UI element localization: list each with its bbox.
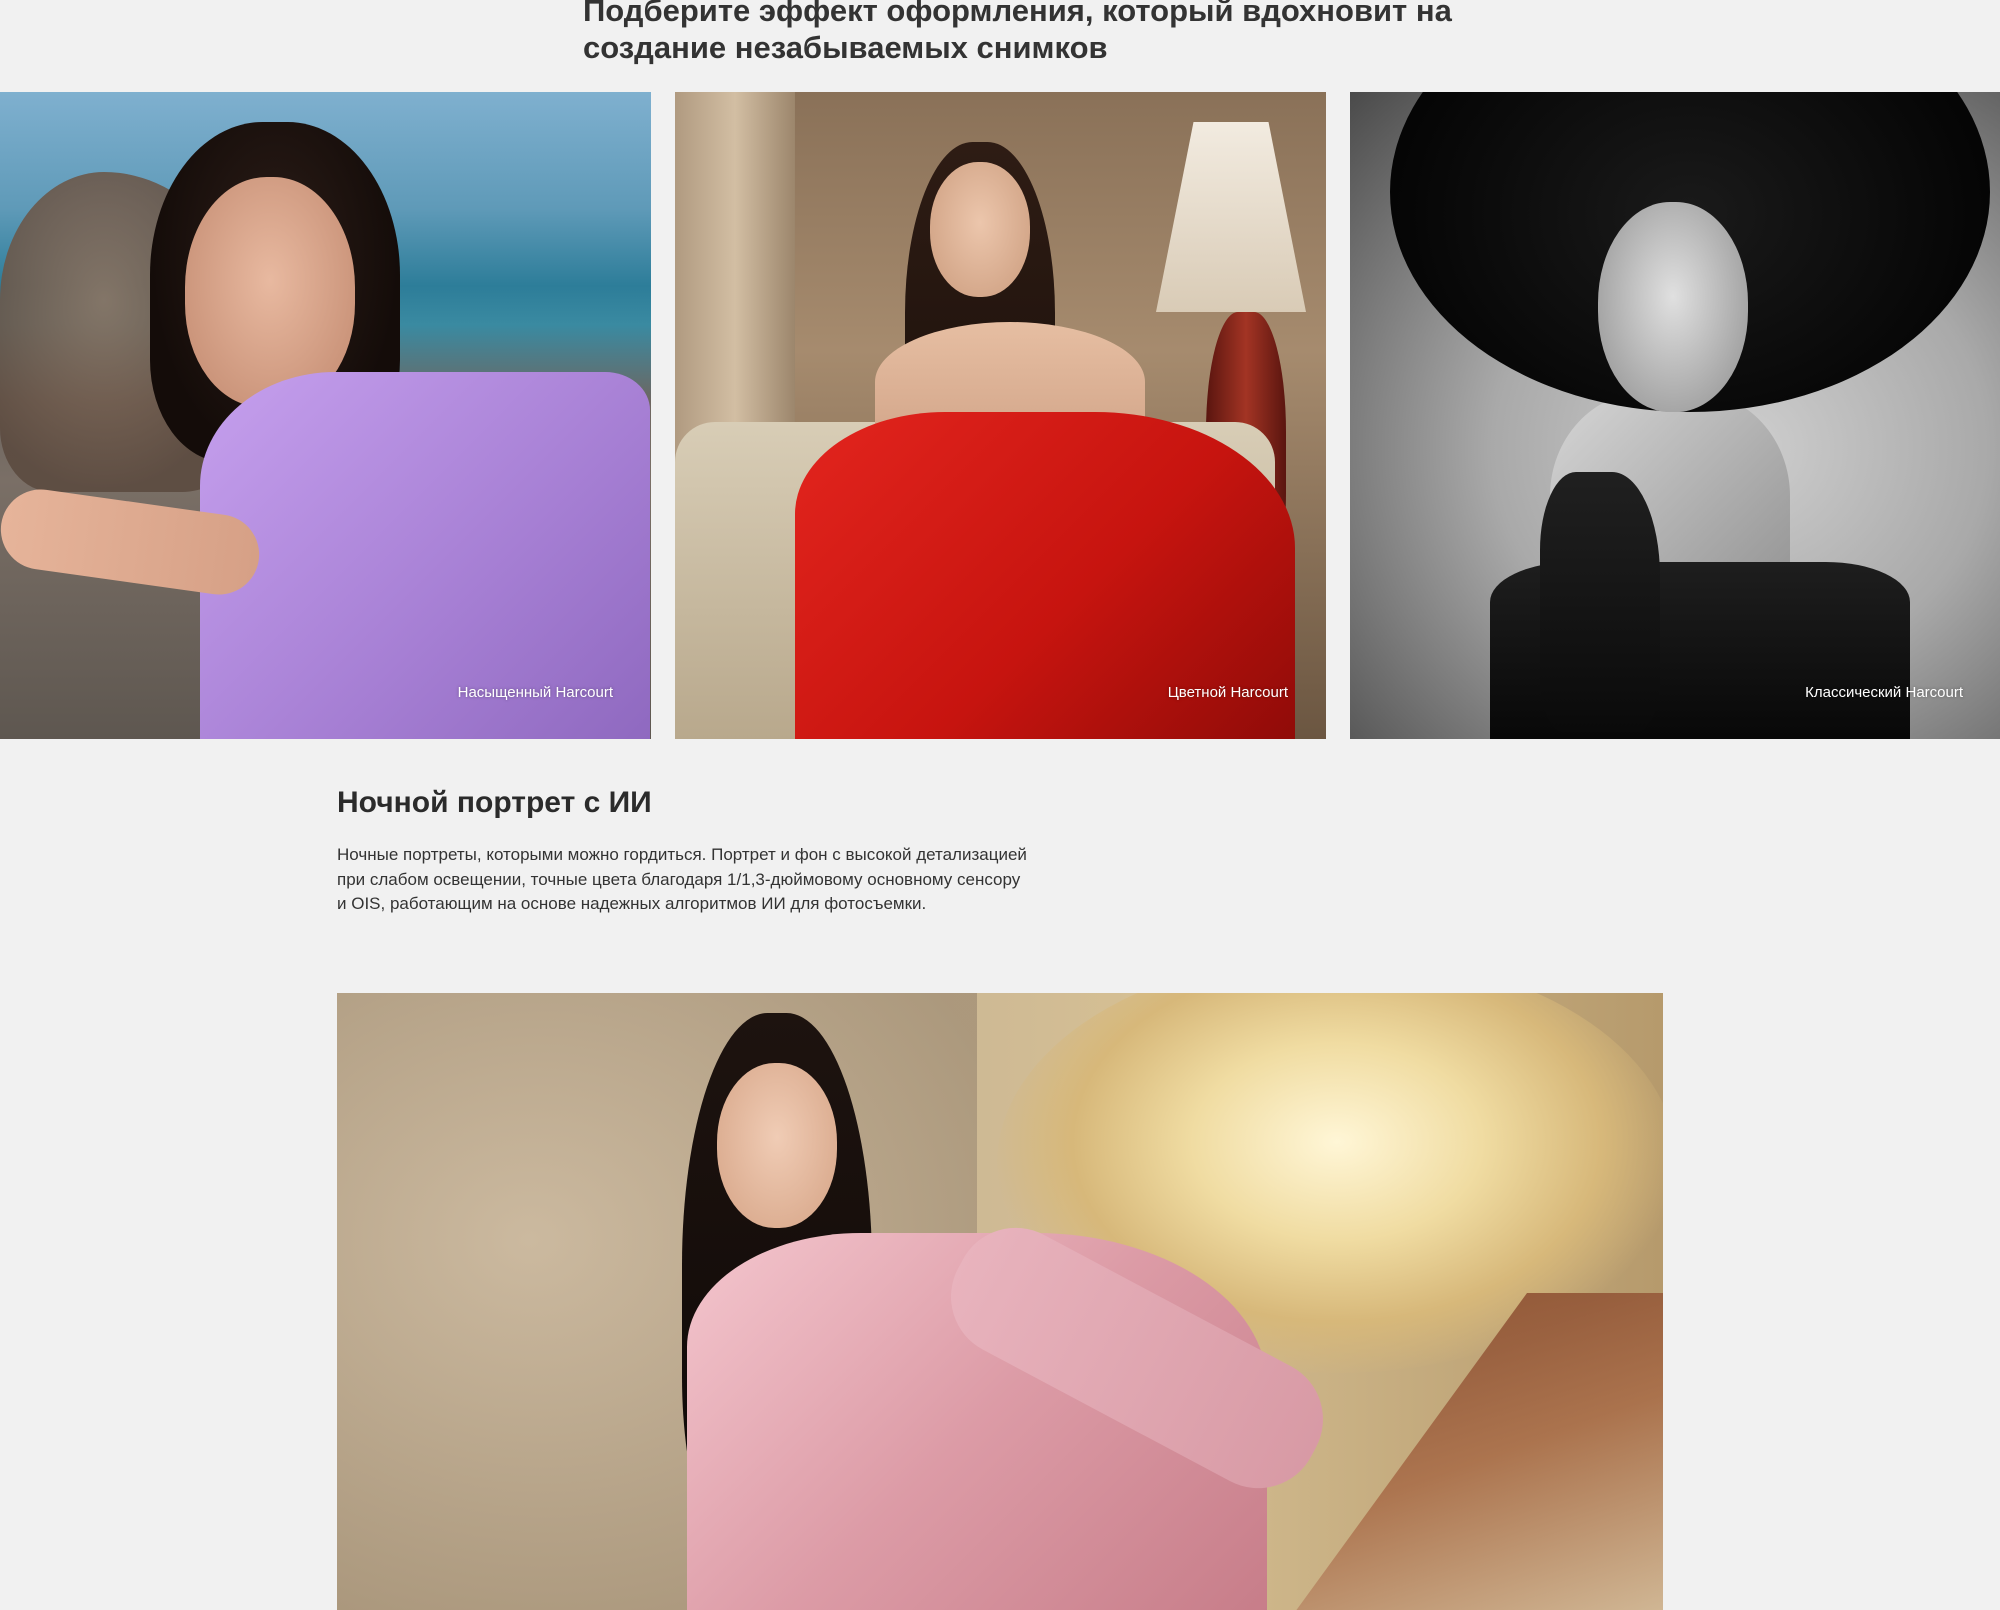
night-portrait-title: Ночной портрет с ИИ [337,786,652,819]
style-caption: Насыщенный Harcourt [457,684,613,701]
model-face [930,162,1030,297]
lamp-shade [1156,122,1306,312]
style-card-saturated-harcourt[interactable]: Насыщенный Harcourt [0,92,651,739]
night-portrait-photo [337,993,1663,1610]
style-card-classic-harcourt[interactable]: Классический Harcourt [1350,92,2000,739]
style-caption: Цветной Harcourt [1167,684,1288,701]
model-face [717,1063,837,1228]
black-glove [1540,472,1660,732]
harcourt-style-gallery: Насыщенный Harcourt Цветной Harcourt Кла… [0,92,2000,739]
style-card-color-harcourt[interactable]: Цветной Harcourt [675,92,1326,739]
night-portrait-description: Ночные портреты, которыми можно гордитьс… [337,845,1027,913]
style-caption: Классический Harcourt [1805,684,1963,701]
section-headline: Подберите эффект оформления, который вдо… [583,0,1452,65]
model-face [1598,202,1748,412]
